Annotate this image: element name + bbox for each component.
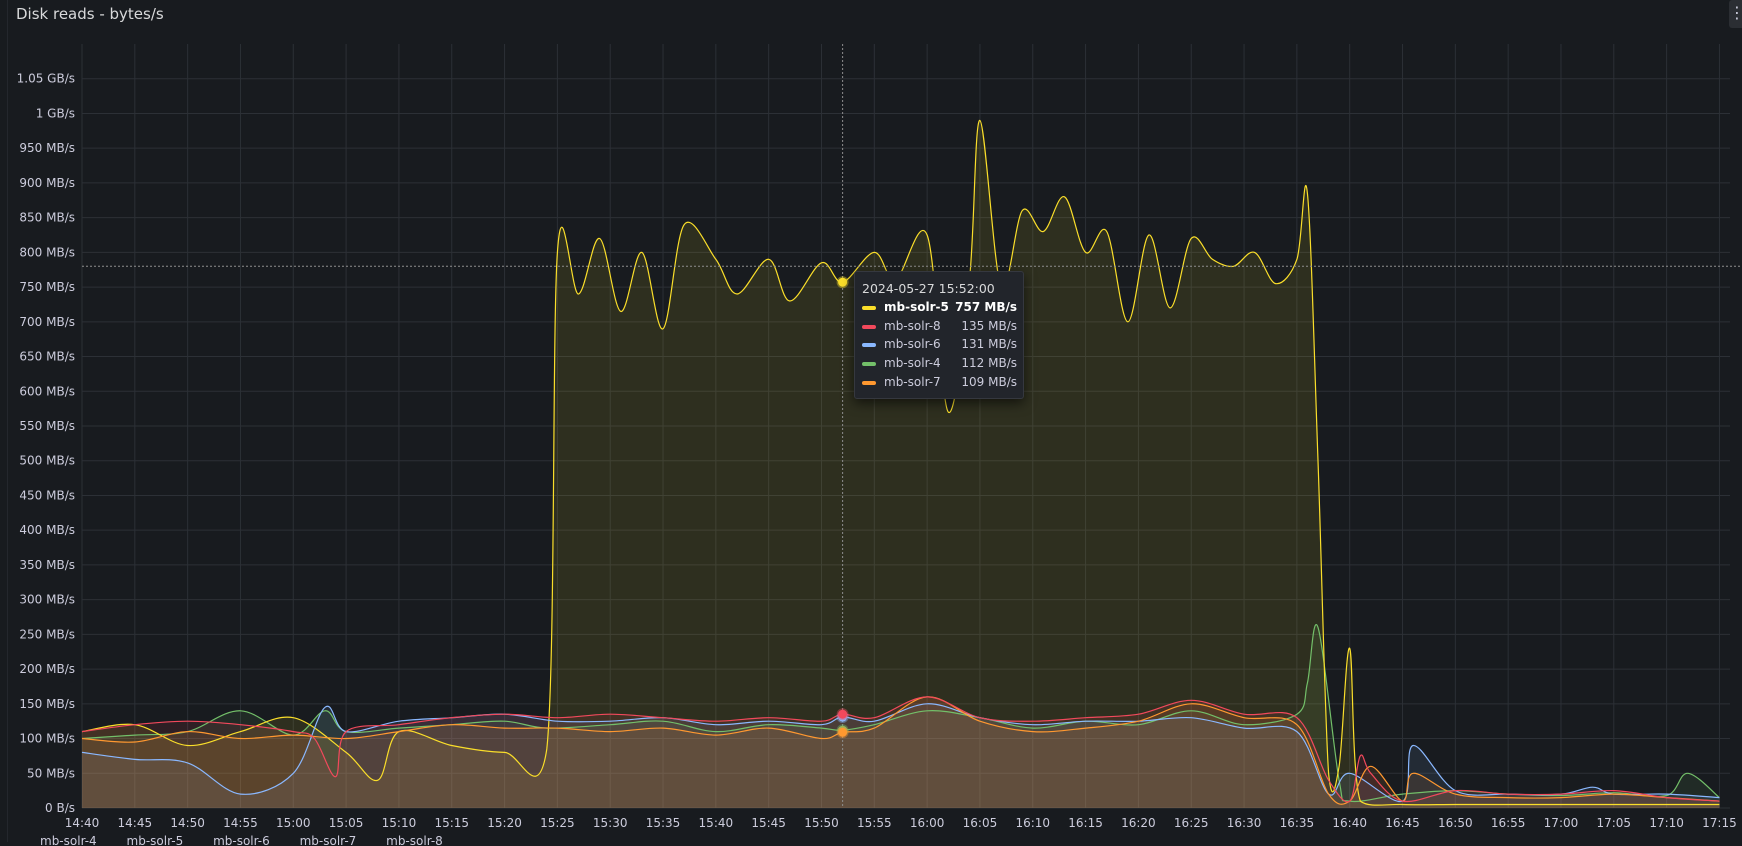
x-tick-label: 14:45 <box>118 816 153 830</box>
series-swatch <box>862 381 876 385</box>
legend-item[interactable]: mb-solr-4 <box>40 834 97 846</box>
x-tick-label: 17:15 <box>1702 816 1737 830</box>
hover-point-mb-solr-8 <box>836 708 849 721</box>
x-tick-label: 14:50 <box>170 816 205 830</box>
x-tick-label: 15:45 <box>751 816 786 830</box>
x-tick-label: 15:20 <box>487 816 522 830</box>
x-tick-label: 15:40 <box>699 816 734 830</box>
y-tick-label: 750 MB/s <box>19 280 75 294</box>
y-tick-label: 350 MB/s <box>19 558 75 572</box>
y-tick-label: 850 MB/s <box>19 211 75 225</box>
x-tick-label: 15:50 <box>804 816 839 830</box>
y-tick-label: 700 MB/s <box>19 315 75 329</box>
legend-item[interactable]: mb-solr-6 <box>213 834 270 846</box>
chart-svg[interactable]: 0 B/s 50 MB/s 100 MB/s 150 MB/s 200 MB/s 250 … <box>0 0 1742 842</box>
x-tick-label: 16:50 <box>1438 816 1473 830</box>
legend-item[interactable]: mb-solr-8 <box>386 834 443 846</box>
y-tick-label: 650 MB/s <box>19 350 75 364</box>
tooltip-row: mb-solr-8 135 MB/s <box>862 318 1017 336</box>
tooltip-series-value: 131 MB/s <box>961 337 1017 351</box>
tooltip-series-name: mb-solr-5 <box>884 300 949 314</box>
tooltip-row: mb-solr-6 131 MB/s <box>862 336 1017 354</box>
x-tick-label: 16:00 <box>910 816 945 830</box>
x-tick-label: 16:30 <box>1227 816 1262 830</box>
y-tick-label: 50 MB/s <box>27 766 75 780</box>
x-tick-label: 15:25 <box>540 816 575 830</box>
tooltip-series-value: 757 MB/s <box>955 300 1017 314</box>
y-tick-label: 150 MB/s <box>19 697 75 711</box>
tooltip-row: mb-solr-7 109 MB/s <box>862 374 1017 392</box>
tooltip-series-value: 109 MB/s <box>961 375 1017 389</box>
hover-tooltip: 2024-05-27 15:52:00 mb-solr-5 757 MB/s m… <box>854 271 1024 399</box>
series-swatch <box>862 362 876 366</box>
y-tick-label: 600 MB/s <box>19 384 75 398</box>
series-swatch <box>862 343 876 347</box>
x-tick-label: 17:05 <box>1596 816 1631 830</box>
tooltip-series-name: mb-solr-7 <box>884 375 941 389</box>
y-axis: 0 B/s 50 MB/s 100 MB/s 150 MB/s 200 MB/s 250 … <box>17 72 75 815</box>
x-tick-label: 15:35 <box>646 816 681 830</box>
y-tick-label: 450 MB/s <box>19 488 75 502</box>
x-tick-label: 15:15 <box>434 816 469 830</box>
x-axis: 14:40 14:45 14:50 14:55 15:00 15:05 15:10 15:15… <box>65 816 1737 830</box>
y-tick-label: 400 MB/s <box>19 523 75 537</box>
chart-legend: mb-solr-4 mb-solr-5 mb-solr-6 mb-solr-7 … <box>40 834 469 846</box>
x-tick-label: 15:00 <box>276 816 311 830</box>
x-tick-label: 17:00 <box>1544 816 1579 830</box>
y-tick-label: 300 MB/s <box>19 593 75 607</box>
series-area-mb-solr-5 <box>82 120 1720 809</box>
tooltip-row: mb-solr-4 112 MB/s <box>862 355 1017 373</box>
y-tick-label: 100 MB/s <box>19 732 75 746</box>
x-tick-label: 15:30 <box>593 816 628 830</box>
x-tick-label: 14:55 <box>223 816 258 830</box>
y-tick-label: 1.05 GB/s <box>17 72 75 86</box>
series-swatch <box>862 306 876 310</box>
series-swatch <box>862 325 876 329</box>
x-tick-label: 16:10 <box>1015 816 1050 830</box>
x-tick-label: 14:40 <box>65 816 100 830</box>
tooltip-series-name: mb-solr-4 <box>884 356 941 370</box>
y-tick-label: 1 GB/s <box>36 106 75 120</box>
x-tick-label: 16:40 <box>1332 816 1367 830</box>
x-tick-label: 16:35 <box>1280 816 1315 830</box>
x-tick-label: 16:25 <box>1174 816 1209 830</box>
y-tick-label: 250 MB/s <box>19 627 75 641</box>
tooltip-series-name: mb-solr-6 <box>884 337 941 351</box>
x-tick-label: 16:20 <box>1121 816 1156 830</box>
hover-point-mb-solr-7 <box>836 726 849 739</box>
hover-point-mb-solr-5 <box>836 276 849 289</box>
legend-item[interactable]: mb-solr-5 <box>127 834 184 846</box>
y-tick-label: 800 MB/s <box>19 245 75 259</box>
tooltip-series-name: mb-solr-8 <box>884 319 941 333</box>
y-tick-label: 200 MB/s <box>19 662 75 676</box>
y-tick-label: 0 B/s <box>45 801 75 815</box>
x-tick-label: 16:45 <box>1385 816 1420 830</box>
x-tick-label: 15:55 <box>857 816 892 830</box>
y-tick-label: 950 MB/s <box>19 141 75 155</box>
x-tick-label: 17:10 <box>1649 816 1684 830</box>
tooltip-series-value: 135 MB/s <box>961 319 1017 333</box>
x-tick-label: 16:55 <box>1491 816 1526 830</box>
tooltip-time: 2024-05-27 15:52:00 <box>862 281 995 296</box>
x-tick-label: 16:15 <box>1068 816 1103 830</box>
y-tick-label: 500 MB/s <box>19 454 75 468</box>
series-areas <box>82 120 1720 809</box>
x-tick-label: 15:10 <box>382 816 417 830</box>
tooltip-series-value: 112 MB/s <box>961 356 1017 370</box>
x-tick-label: 16:05 <box>963 816 998 830</box>
legend-item[interactable]: mb-solr-7 <box>300 834 357 846</box>
y-tick-label: 900 MB/s <box>19 176 75 190</box>
tooltip-row: mb-solr-5 757 MB/s <box>862 299 1017 317</box>
x-tick-label: 15:05 <box>329 816 364 830</box>
y-tick-label: 550 MB/s <box>19 419 75 433</box>
